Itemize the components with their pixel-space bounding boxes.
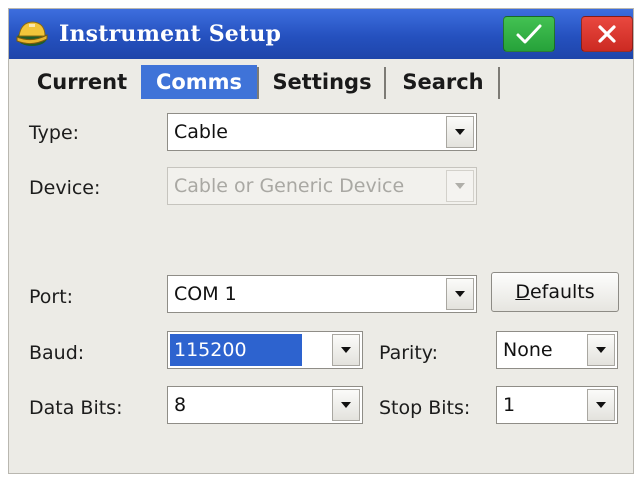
- tab-separator: [257, 67, 259, 99]
- chevron-down-icon: [596, 402, 606, 408]
- stop-bits-dropdown[interactable]: 1: [496, 386, 618, 424]
- parity-label: Parity:: [379, 342, 439, 364]
- title-bar: Instrument Setup: [9, 9, 633, 59]
- stop-bits-value: 1: [503, 394, 516, 416]
- device-dropdown: Cable or Generic Device: [167, 167, 477, 205]
- baud-dropdown[interactable]: 115200: [167, 331, 363, 369]
- stop-bits-dropdown-arrow[interactable]: [587, 389, 615, 421]
- parity-dropdown[interactable]: None: [496, 331, 618, 369]
- survey-helmet-icon: [16, 21, 48, 46]
- tab-separator: [384, 67, 386, 99]
- port-dropdown-arrow[interactable]: [446, 278, 474, 310]
- data-bits-value: 8: [174, 394, 187, 416]
- chevron-down-icon: [455, 129, 465, 135]
- device-value: Cable or Generic Device: [174, 175, 405, 197]
- tab-settings[interactable]: Settings: [261, 65, 383, 99]
- tab-separator: [498, 67, 500, 99]
- instrument-setup-window: Instrument Setup Current Comms Settings …: [8, 8, 634, 474]
- data-bits-dropdown-arrow[interactable]: [332, 389, 360, 421]
- type-value: Cable: [174, 121, 228, 143]
- device-label: Device:: [29, 177, 101, 199]
- chevron-down-icon: [341, 402, 351, 408]
- chevron-down-icon: [596, 347, 606, 353]
- baud-label: Baud:: [29, 342, 85, 364]
- close-button[interactable]: [581, 16, 633, 52]
- window-title: Instrument Setup: [59, 21, 282, 47]
- parity-value: None: [503, 339, 553, 361]
- tab-current[interactable]: Current: [23, 65, 141, 99]
- check-icon: [516, 24, 542, 44]
- tab-strip: Current Comms Settings Search: [9, 59, 633, 101]
- baud-value: 115200: [170, 334, 302, 366]
- tab-search[interactable]: Search: [388, 65, 498, 99]
- defaults-label: efaults: [529, 281, 595, 303]
- chevron-down-icon: [455, 291, 465, 297]
- type-dropdown-arrow[interactable]: [446, 116, 474, 148]
- device-dropdown-arrow: [446, 170, 474, 202]
- port-dropdown[interactable]: COM 1: [167, 275, 477, 313]
- baud-dropdown-arrow[interactable]: [332, 334, 360, 366]
- defaults-accel: D: [515, 281, 530, 303]
- chevron-down-icon: [341, 347, 351, 353]
- port-label: Port:: [29, 286, 74, 308]
- stop-bits-label: Stop Bits:: [379, 397, 471, 419]
- tab-comms[interactable]: Comms: [141, 65, 257, 99]
- close-icon: [598, 25, 616, 43]
- port-value: COM 1: [174, 283, 237, 305]
- parity-dropdown-arrow[interactable]: [587, 334, 615, 366]
- chevron-down-icon: [455, 183, 465, 189]
- data-bits-dropdown[interactable]: 8: [167, 386, 363, 424]
- ok-button[interactable]: [503, 16, 555, 52]
- type-label: Type:: [29, 122, 80, 144]
- data-bits-label: Data Bits:: [29, 397, 123, 419]
- defaults-button[interactable]: Defaults: [491, 272, 619, 312]
- type-dropdown[interactable]: Cable: [167, 113, 477, 151]
